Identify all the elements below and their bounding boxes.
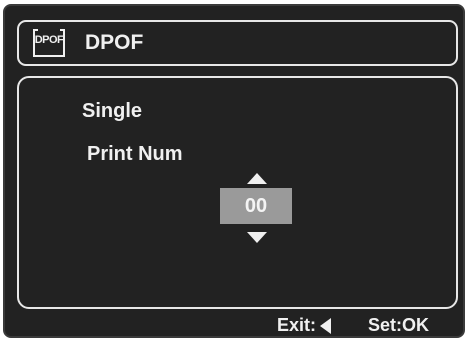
- mode-label: Single: [82, 100, 143, 122]
- down-arrow-icon[interactable]: [247, 232, 267, 243]
- page-title: DPOF: [85, 31, 144, 54]
- print-num-stepper[interactable]: 00: [220, 173, 292, 248]
- settings-panel: Single Print Num 00: [17, 76, 458, 309]
- menu-header: DPOF DPOF: [17, 20, 458, 66]
- print-num-value[interactable]: 00: [220, 188, 292, 224]
- print-num-label: Print Num: [87, 143, 183, 165]
- exit-label: Exit:: [277, 315, 317, 335]
- left-arrow-icon: [320, 317, 332, 334]
- footer-hints: Exit: Set:OK: [5, 312, 463, 336]
- up-arrow-icon[interactable]: [247, 173, 267, 184]
- dpof-icon-text: DPOF: [34, 34, 64, 46]
- dpof-icon: DPOF: [33, 29, 65, 57]
- exit-hint[interactable]: Exit:: [277, 315, 332, 336]
- camera-screen: DPOF DPOF Single Print Num 00 Exit: Set:…: [3, 4, 465, 338]
- set-ok-hint[interactable]: Set:OK: [368, 315, 429, 336]
